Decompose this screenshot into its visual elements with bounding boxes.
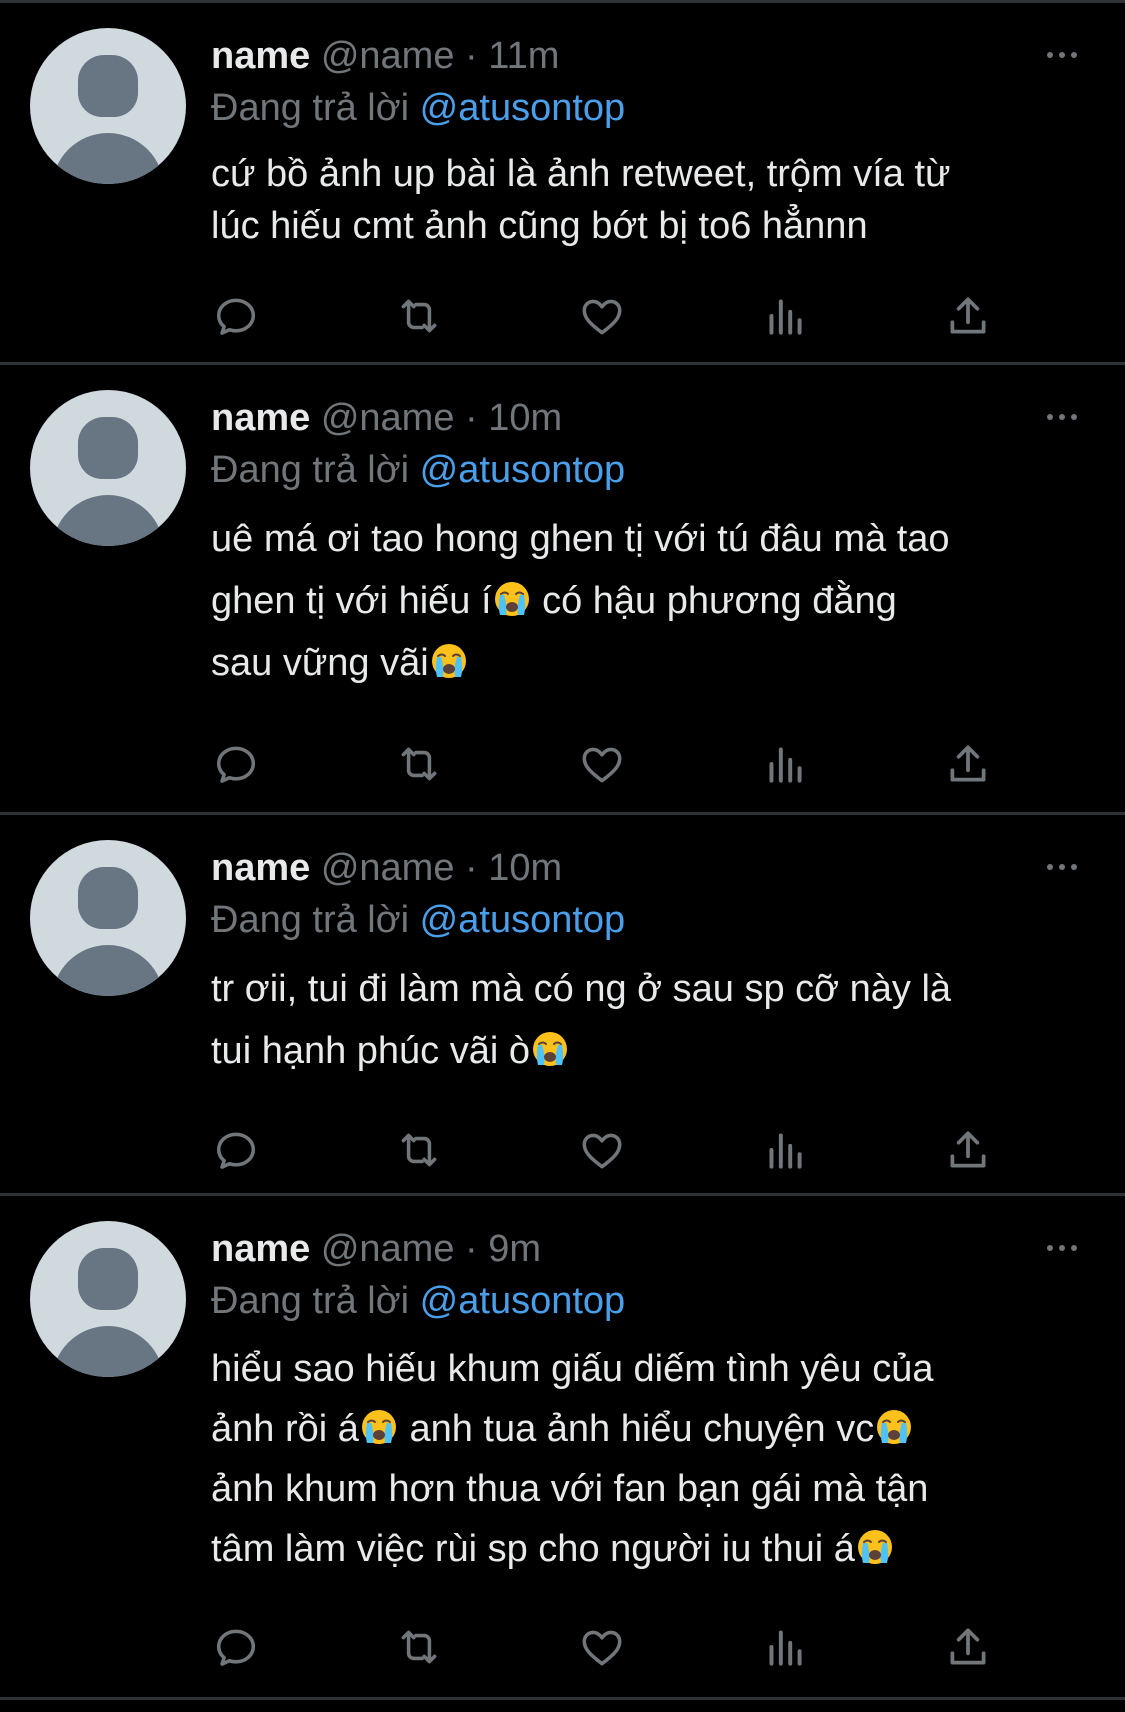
share-icon[interactable] xyxy=(943,1622,993,1672)
tweet-text-line: ghen tị với hiếu í xyxy=(211,580,492,622)
display-name[interactable]: name xyxy=(211,397,310,439)
separator: · xyxy=(454,35,489,77)
action-bar xyxy=(211,291,1011,341)
share-icon[interactable] xyxy=(943,739,993,789)
display-name[interactable]: name xyxy=(211,35,310,77)
timestamp[interactable]: 9m xyxy=(488,1228,541,1270)
tweet-text-line: sau vững vãi xyxy=(211,642,429,684)
like-icon[interactable] xyxy=(577,1125,627,1175)
avatar-head-shape xyxy=(78,1248,138,1310)
handle[interactable]: @name xyxy=(321,397,455,439)
mention-link[interactable]: @atusontop xyxy=(420,1280,626,1322)
tweet-text-line: cứ bồ ảnh up bài là ảnh retweet, trộm ví… xyxy=(211,153,951,195)
share-icon[interactable] xyxy=(943,1125,993,1175)
like-icon[interactable] xyxy=(577,291,627,341)
tweet-text-line: tâm làm việc rùi sp cho người iu thui á xyxy=(211,1528,855,1570)
tweet-header: name @name · 9m xyxy=(211,1224,541,1274)
reply-prefix: Đang trả lời xyxy=(211,1280,410,1322)
timestamp[interactable]: 10m xyxy=(488,397,562,439)
handle[interactable]: @name xyxy=(321,35,455,77)
tweet-text: hiểu sao hiếu khum giấu diếm tình yêu củ… xyxy=(211,1339,1091,1579)
tweet-card[interactable]: name @name · 9m Đang trả lời @atusontop … xyxy=(0,1196,1125,1700)
more-icon[interactable] xyxy=(1044,1236,1080,1260)
action-bar xyxy=(211,1125,1011,1175)
tweet-header: name @name · 10m xyxy=(211,843,562,893)
crying-emoji-icon xyxy=(530,1029,570,1069)
replying-to: Đang trả lời @atusontop xyxy=(211,83,625,133)
avatar-shoulders-shape xyxy=(52,495,164,546)
mention-link[interactable]: @atusontop xyxy=(420,87,626,129)
retweet-icon[interactable] xyxy=(394,1622,444,1672)
reply-icon[interactable] xyxy=(211,1622,261,1672)
views-icon[interactable] xyxy=(760,1125,810,1175)
tweet-text: uê má ơi tao hong ghen tị với tú đâu mà … xyxy=(211,508,1091,694)
views-icon[interactable] xyxy=(760,739,810,789)
replying-to: Đang trả lời @atusontop xyxy=(211,445,625,495)
tweet-text-line: tui hạnh phúc vãi ò xyxy=(211,1030,531,1072)
separator: · xyxy=(454,1228,489,1270)
tweet-text-line: ảnh rồi á xyxy=(211,1408,359,1450)
replying-to: Đang trả lời @atusontop xyxy=(211,1276,625,1326)
tweet-text-line: ảnh khum hơn thua với fan bạn gái mà tận xyxy=(211,1468,929,1510)
avatar-head-shape xyxy=(78,867,138,929)
action-bar xyxy=(211,739,1011,789)
crying-emoji-icon xyxy=(492,579,532,619)
display-name[interactable]: name xyxy=(211,1228,310,1270)
avatar-shoulders-shape xyxy=(52,133,164,184)
more-icon[interactable] xyxy=(1044,855,1080,879)
mention-link[interactable]: @atusontop xyxy=(420,899,626,941)
views-icon[interactable] xyxy=(760,291,810,341)
more-icon[interactable] xyxy=(1044,405,1080,429)
retweet-icon[interactable] xyxy=(394,739,444,789)
tweet-text-line: anh tua ảnh hiểu chuyện vc xyxy=(398,1408,875,1450)
tweet-card[interactable]: name @name · 10m Đang trả lời @atusontop… xyxy=(0,365,1125,815)
separator: · xyxy=(454,847,489,889)
views-icon[interactable] xyxy=(760,1622,810,1672)
avatar[interactable] xyxy=(30,390,186,546)
reply-prefix: Đang trả lời xyxy=(211,449,410,491)
mention-link[interactable]: @atusontop xyxy=(420,449,626,491)
timestamp[interactable]: 10m xyxy=(488,847,562,889)
tweet-text: tr ơii, tui đi làm mà có ng ở sau sp cỡ … xyxy=(211,958,1091,1082)
handle[interactable]: @name xyxy=(321,1228,455,1270)
crying-emoji-icon xyxy=(429,641,469,681)
display-name[interactable]: name xyxy=(211,847,310,889)
reply-prefix: Đang trả lời xyxy=(211,87,410,129)
reply-prefix: Đang trả lời xyxy=(211,899,410,941)
like-icon[interactable] xyxy=(577,739,627,789)
avatar-shoulders-shape xyxy=(52,945,164,996)
crying-emoji-icon xyxy=(359,1407,399,1447)
timestamp[interactable]: 11m xyxy=(488,35,559,77)
reply-icon[interactable] xyxy=(211,739,261,789)
avatar-head-shape xyxy=(78,417,138,479)
crying-emoji-icon xyxy=(874,1407,914,1447)
avatar-head-shape xyxy=(78,55,138,117)
tweet-text-line: uê má ơi tao hong ghen tị với tú đâu mà … xyxy=(211,518,950,560)
tweet-text-line: tr ơii, tui đi làm mà có ng ở sau sp cỡ … xyxy=(211,968,952,1010)
crying-emoji-icon xyxy=(855,1527,895,1567)
retweet-icon[interactable] xyxy=(394,291,444,341)
tweet-text-line: lúc hiếu cmt ảnh cũng bớt bị to6 hẳnnn xyxy=(211,205,868,247)
avatar[interactable] xyxy=(30,28,186,184)
share-icon[interactable] xyxy=(943,291,993,341)
reply-icon[interactable] xyxy=(211,291,261,341)
tweet-header: name @name · 11m xyxy=(211,31,559,81)
more-icon[interactable] xyxy=(1044,43,1080,67)
retweet-icon[interactable] xyxy=(394,1125,444,1175)
tweet-header: name @name · 10m xyxy=(211,393,562,443)
avatar[interactable] xyxy=(30,840,186,996)
tweet-text: cứ bồ ảnh up bài là ảnh retweet, trộm ví… xyxy=(211,148,1091,252)
tweet-text-line: có hậu phương đằng xyxy=(531,580,897,622)
separator: · xyxy=(454,397,489,439)
reply-icon[interactable] xyxy=(211,1125,261,1175)
tweet-card[interactable]: name @name · 11m Đang trả lời @atusontop… xyxy=(0,3,1125,365)
like-icon[interactable] xyxy=(577,1622,627,1672)
avatar-shoulders-shape xyxy=(52,1326,164,1377)
tweet-text-line: hiểu sao hiếu khum giấu diếm tình yêu củ… xyxy=(211,1348,934,1390)
handle[interactable]: @name xyxy=(321,847,455,889)
tweet-card[interactable]: name @name · 10m Đang trả lời @atusontop… xyxy=(0,815,1125,1196)
action-bar xyxy=(211,1622,1011,1672)
replying-to: Đang trả lời @atusontop xyxy=(211,895,625,945)
avatar[interactable] xyxy=(30,1221,186,1377)
